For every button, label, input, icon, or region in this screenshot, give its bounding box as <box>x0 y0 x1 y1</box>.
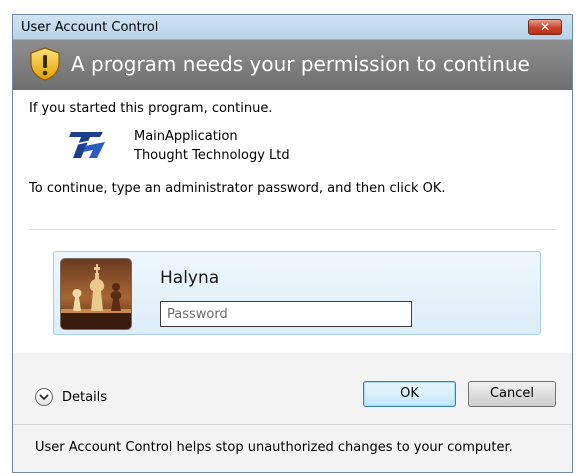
program-publisher: Thought Technology Ltd <box>134 148 290 163</box>
instruction-text: To continue, type an administrator passw… <box>29 181 446 196</box>
user-credential-tile[interactable]: Halyna <box>53 251 541 335</box>
password-field[interactable] <box>160 301 412 327</box>
header-banner: A program needs your permission to conti… <box>13 40 572 90</box>
program-name: MainApplication <box>134 129 238 144</box>
thought-technology-logo-icon <box>69 132 105 158</box>
user-avatar <box>60 258 132 330</box>
close-button[interactable]: ✕ <box>528 19 562 35</box>
banner-heading: A program needs your permission to conti… <box>71 52 530 76</box>
intro-text: If you started this program, continue. <box>29 101 273 116</box>
divider <box>29 229 556 230</box>
details-toggle[interactable]: Details <box>35 386 107 408</box>
footer-text: User Account Control helps stop unauthor… <box>35 440 513 455</box>
cancel-button[interactable]: Cancel <box>468 381 556 407</box>
ok-button[interactable]: OK <box>363 381 456 407</box>
window-title: User Account Control <box>21 20 159 35</box>
content-area: If you started this program, continue. M… <box>13 90 572 353</box>
close-icon: ✕ <box>539 20 551 34</box>
details-label: Details <box>62 389 108 405</box>
chess-pieces-icon <box>61 264 131 329</box>
shield-warning-icon <box>30 47 60 81</box>
title-bar[interactable]: User Account Control ✕ <box>13 15 572 40</box>
uac-dialog: User Account Control ✕ A program needs y… <box>12 14 573 473</box>
footer-divider <box>13 424 572 425</box>
chevron-down-icon <box>35 388 53 406</box>
user-name: Halyna <box>160 268 220 288</box>
